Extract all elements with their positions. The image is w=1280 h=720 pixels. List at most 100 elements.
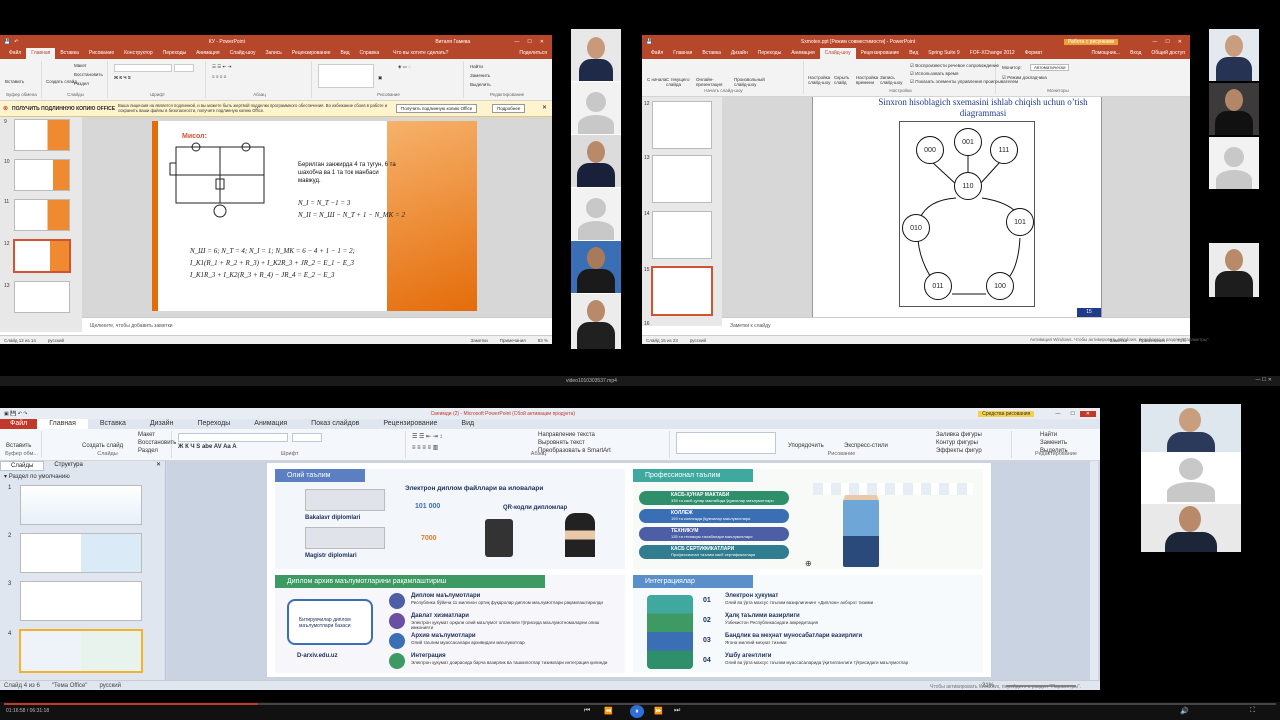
participant-placeholder[interactable]	[1209, 137, 1259, 189]
slide-thumbnail[interactable]	[14, 159, 70, 191]
quick-styles-button[interactable]: ▣	[378, 75, 382, 81]
tab-file[interactable]: Файл	[646, 48, 668, 59]
participant-video[interactable]	[571, 241, 621, 293]
participant-video[interactable]	[1209, 83, 1259, 135]
archive-link[interactable]: D-arxiv.edu.uz	[297, 653, 338, 659]
minimize-icon[interactable]: —	[1055, 411, 1060, 417]
font-size-select[interactable]	[174, 64, 194, 72]
tab-design[interactable]: Дизайн	[138, 419, 186, 429]
tab-help[interactable]: Справка	[355, 48, 385, 59]
close-icon[interactable]: ✕	[1178, 39, 1182, 45]
from-beginning-button[interactable]: С начала	[647, 77, 666, 82]
presenter-view-checkbox[interactable]: ☑ Режим докладчика	[1002, 75, 1047, 81]
slide-thumbnail[interactable]	[20, 533, 142, 573]
slide-thumbnail[interactable]	[652, 211, 712, 259]
tab-transitions[interactable]: Переходы	[158, 48, 191, 59]
tab-record[interactable]: Запись	[260, 48, 286, 59]
custom-slideshow-button[interactable]: Произвольный слайд-шоу	[734, 77, 768, 87]
slide-thumbnail-selected[interactable]	[19, 629, 143, 673]
maximize-icon[interactable]: ☐	[1165, 39, 1169, 45]
new-slide-button[interactable]: Создать слайд	[46, 79, 77, 84]
tab-draw[interactable]: Рисование	[84, 48, 119, 59]
tab-home[interactable]: Главная	[26, 48, 56, 59]
participant-video[interactable]	[571, 29, 621, 81]
shape-outline-button[interactable]: Контур фигуры	[936, 440, 978, 446]
slide-thumbnail[interactable]	[14, 119, 70, 151]
use-timings-checkbox[interactable]: ☑ Использовать время	[910, 71, 958, 77]
notes-pane[interactable]: Заметки к слайду	[722, 317, 1190, 335]
maximize-icon[interactable]: ☐	[1070, 411, 1074, 417]
close-icon[interactable]: ✕	[1079, 410, 1096, 417]
layout-button[interactable]: Макет	[138, 432, 155, 438]
vertical-scrollbar[interactable]	[1090, 461, 1098, 680]
tab-outline[interactable]: Структура	[44, 461, 92, 471]
forward-icon[interactable]: ⏩	[654, 707, 663, 715]
tab-insert[interactable]: Вставка	[55, 48, 84, 59]
close-icon[interactable]: ✕	[540, 39, 544, 45]
tab-view[interactable]: Вид	[449, 419, 486, 429]
tab-view[interactable]: Вид	[904, 48, 923, 59]
maximize-icon[interactable]: ☐	[527, 39, 531, 45]
participant-placeholder[interactable]	[571, 188, 621, 240]
select-button[interactable]: Выделить	[470, 82, 491, 87]
tab-slideshow[interactable]: Показ слайдов	[299, 419, 371, 429]
notes-toggle[interactable]: Заметки	[471, 338, 488, 343]
slide-thumbnail[interactable]	[14, 281, 70, 313]
slide-thumbnail[interactable]	[14, 199, 70, 231]
tab-file[interactable]: Файл	[4, 48, 26, 59]
tab-design[interactable]: Дизайн	[726, 48, 753, 59]
more-info-button[interactable]: Подробнее	[492, 104, 526, 113]
record-slideshow-button[interactable]: Запись слайд-шоу	[880, 75, 908, 85]
online-presentation-button[interactable]: Онлайн-презентация	[696, 77, 730, 87]
new-slide-button[interactable]: Создать слайд	[82, 443, 123, 449]
participant-video[interactable]	[571, 294, 621, 349]
tab-animation[interactable]: Анимация	[786, 48, 819, 59]
tab-home[interactable]: Главная	[37, 419, 88, 429]
tab-review[interactable]: Рецензирование	[856, 48, 905, 59]
participant-placeholder[interactable]	[571, 82, 621, 134]
shape-fill-button[interactable]: Заливка фигуры	[936, 432, 982, 438]
participant-video[interactable]	[571, 135, 621, 187]
fullscreen-icon[interactable]: ⛶	[1250, 707, 1255, 715]
tab-slideshow[interactable]: Слайд-шоу	[819, 48, 856, 59]
login-link[interactable]: Вход	[1125, 48, 1146, 59]
notes-pane[interactable]: Щелкните, чтобы добавить заметки	[82, 317, 552, 335]
main-slide[interactable]: Мисол: Берилган занжирда 4 та тугун, 6 т…	[152, 121, 477, 311]
list-icons[interactable]: ☰ ☰ ⇤ ⇥	[212, 64, 231, 70]
previous-icon[interactable]: ⏮	[584, 707, 590, 715]
minimize-icon[interactable]: —	[514, 39, 519, 45]
save-icon[interactable]: 💾	[4, 39, 10, 45]
align-text-button[interactable]: Выровнять текст	[538, 440, 585, 446]
participant-placeholder[interactable]	[1141, 454, 1241, 502]
hide-slide-button[interactable]: Скрыть слайд	[834, 75, 854, 85]
tab-slideshow[interactable]: Слайд-шоу	[225, 48, 261, 59]
share-button[interactable]: Общий доступ	[1146, 48, 1190, 59]
section-button[interactable]: Раздел	[74, 81, 89, 86]
arrange-button[interactable]: Упорядочить	[788, 443, 824, 449]
narration-checkbox[interactable]: ☑ Воспроизвести речевое сопровождение	[910, 63, 999, 69]
rehearse-timings-button[interactable]: Настройка времени	[856, 75, 878, 85]
font-style-buttons[interactable]: Ж К Ч S	[114, 75, 131, 80]
list-icons[interactable]: ☰ ☰ ⇤ ⇥ ↕	[412, 433, 442, 440]
play-pause-icon[interactable]: ⏸	[630, 705, 644, 718]
tab-animation[interactable]: Анимация	[191, 48, 224, 59]
quick-styles-button[interactable]: Экспресс-стили	[844, 443, 888, 449]
shapes-gallery[interactable]	[318, 64, 374, 88]
tab-design[interactable]: Конструктор	[119, 48, 158, 59]
tab-review[interactable]: Рецензирование	[287, 48, 336, 59]
volume-icon[interactable]: 🔊	[1180, 707, 1189, 715]
user-name[interactable]: Виталя Гамева	[435, 39, 470, 45]
language-indicator[interactable]: русский	[690, 338, 706, 343]
tab-slides[interactable]: Слайды	[0, 461, 45, 471]
tab-insert[interactable]: Вставка	[88, 419, 138, 429]
close-panel-icon[interactable]: ✕	[156, 461, 165, 471]
help-search[interactable]: Помощник...	[1086, 48, 1125, 59]
align-icons[interactable]: ≡ ≡ ≡ ≡	[212, 74, 226, 79]
slide-thumbnail-selected[interactable]	[651, 266, 713, 316]
participant-video[interactable]	[1141, 504, 1241, 552]
close-notice-icon[interactable]: ✕	[542, 104, 547, 111]
reset-button[interactable]: Восстановить	[138, 440, 176, 446]
tab-transitions[interactable]: Переходы	[185, 419, 242, 429]
replace-button[interactable]: Заменить	[1040, 440, 1067, 446]
slide-thumbnail[interactable]	[652, 101, 712, 149]
